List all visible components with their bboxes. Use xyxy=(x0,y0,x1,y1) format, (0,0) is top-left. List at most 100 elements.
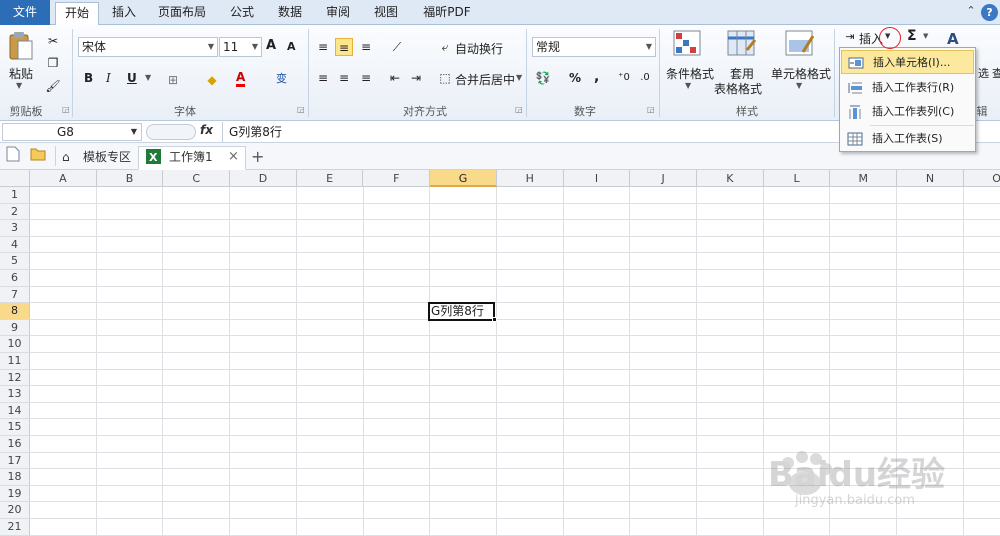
menu-item-insert-sheet[interactable]: 插入工作表(S) xyxy=(841,127,974,151)
align-bottom-icon[interactable]: ≡ xyxy=(357,38,375,56)
row-header-3[interactable]: 3 xyxy=(0,220,30,237)
alignment-launcher-icon[interactable]: ◲ xyxy=(515,105,523,114)
collapse-ribbon-icon[interactable]: ⌃ xyxy=(964,4,978,21)
add-tab-icon[interactable]: + xyxy=(251,146,264,168)
font-name-select[interactable]: 宋体 ▼ xyxy=(78,37,218,57)
merge-center-icon[interactable]: ⬚ xyxy=(436,69,454,87)
menu-item-insert-cells[interactable]: 插入单元格(I)... xyxy=(841,50,974,74)
column-header-j[interactable]: J xyxy=(630,170,697,187)
tab-insert[interactable]: 插入 xyxy=(104,2,144,25)
clipboard-launcher-icon[interactable]: ◲ xyxy=(62,105,70,114)
tab-home[interactable]: 开始 xyxy=(55,2,99,26)
row-header-5[interactable]: 5 xyxy=(0,253,30,270)
template-zone-tab[interactable]: 模板专区 xyxy=(83,146,131,168)
decrease-indent-icon[interactable]: ⇤ xyxy=(386,69,404,87)
column-header-l[interactable]: L xyxy=(764,170,831,187)
row-header-20[interactable]: 20 xyxy=(0,502,30,519)
column-header-h[interactable]: H xyxy=(497,170,564,187)
underline-dropdown-icon[interactable]: ▼ xyxy=(145,73,151,82)
open-folder-icon[interactable] xyxy=(30,146,48,168)
comma-button[interactable]: , xyxy=(594,69,599,85)
new-file-icon[interactable] xyxy=(6,146,22,168)
row-header-18[interactable]: 18 xyxy=(0,469,30,486)
format-painter-icon[interactable]: 🖌 xyxy=(44,77,62,95)
align-left-icon[interactable]: ≡ xyxy=(314,69,332,87)
autosum-dropdown-icon[interactable]: ▼ xyxy=(923,32,928,40)
phonetic-button[interactable]: 变 xyxy=(276,70,287,86)
text-orientation-icon[interactable]: ⟋ xyxy=(388,38,406,56)
cell-styles-icon[interactable] xyxy=(785,30,815,58)
cell-styles-dropdown-icon[interactable]: ▼ xyxy=(796,81,802,90)
merge-dropdown-icon[interactable]: ▼ xyxy=(516,73,522,82)
help-icon[interactable]: ? xyxy=(981,4,998,21)
copy-icon[interactable]: ❐ xyxy=(44,54,62,72)
select-all-corner[interactable] xyxy=(0,170,30,187)
fill-color-icon[interactable]: ◆ xyxy=(203,71,221,89)
row-header-17[interactable]: 17 xyxy=(0,452,30,470)
row-header-2[interactable]: 2 xyxy=(0,203,30,221)
tab-formulas[interactable]: 公式 xyxy=(222,2,262,25)
close-icon[interactable]: × xyxy=(228,146,239,168)
increase-indent-icon[interactable]: ⇥ xyxy=(407,69,425,87)
column-header-k[interactable]: K xyxy=(697,170,764,187)
column-header-b[interactable]: B xyxy=(97,170,164,187)
increase-decimal-icon[interactable]: ⁺0 xyxy=(615,69,633,87)
row-header-12[interactable]: 12 xyxy=(0,369,30,387)
font-size-select[interactable]: 11 ▼ xyxy=(219,37,262,57)
column-header-a[interactable]: A xyxy=(30,170,97,187)
paste-dropdown-icon[interactable]: ▼ xyxy=(16,81,22,90)
row-header-4[interactable]: 4 xyxy=(0,236,30,254)
wrap-text-icon[interactable]: ⤶ xyxy=(436,38,454,56)
underline-button[interactable]: U xyxy=(127,71,137,85)
column-header-n[interactable]: N xyxy=(897,170,964,187)
column-header-i[interactable]: I xyxy=(564,170,631,187)
fill-handle[interactable] xyxy=(492,317,497,322)
row-header-6[interactable]: 6 xyxy=(0,270,30,287)
cell-styles-button[interactable]: 单元格格式 xyxy=(771,65,831,82)
row-header-1[interactable]: 1 xyxy=(0,187,30,204)
tab-page-layout[interactable]: 页面布局 xyxy=(150,2,214,25)
row-header-11[interactable]: 11 xyxy=(0,353,30,370)
conditional-formatting-icon[interactable] xyxy=(673,30,703,58)
row-header-10[interactable]: 10 xyxy=(0,336,30,353)
menu-item-insert-row[interactable]: 插入工作表行(R) xyxy=(841,76,974,100)
shrink-font-button[interactable]: A xyxy=(287,40,296,53)
conditional-formatting-button[interactable]: 条件格式 xyxy=(666,65,714,82)
column-header-g[interactable]: G xyxy=(430,170,497,187)
grow-font-button[interactable]: A xyxy=(266,38,276,53)
number-format-select[interactable]: 常规 ▼ xyxy=(532,37,656,57)
tab-data[interactable]: 数据 xyxy=(270,2,310,25)
format-as-table-button[interactable]: 表格格式 xyxy=(714,80,762,97)
menu-item-insert-column[interactable]: 插入工作表列(C) xyxy=(841,100,974,124)
paste-button[interactable]: 粘贴 xyxy=(9,65,33,82)
find-select-partial[interactable]: 查 xyxy=(992,65,1000,81)
cut-icon[interactable]: ✂ xyxy=(44,32,62,50)
currency-icon[interactable]: 💱 xyxy=(534,69,552,87)
tab-foxit-pdf[interactable]: 福昕PDF xyxy=(416,2,478,25)
file-tab[interactable]: 文件 xyxy=(0,0,50,25)
border-icon[interactable]: ⊞ xyxy=(164,71,182,89)
row-header-13[interactable]: 13 xyxy=(0,386,30,403)
column-header-m[interactable]: M xyxy=(830,170,898,187)
font-color-button[interactable]: A xyxy=(236,70,246,87)
merge-center-button[interactable]: 合并后居中 xyxy=(455,71,515,88)
align-middle-icon[interactable]: ≡ xyxy=(335,38,353,56)
decrease-decimal-icon[interactable]: .0 xyxy=(636,69,654,87)
row-header-16[interactable]: 16 xyxy=(0,436,30,453)
column-header-f[interactable]: F xyxy=(364,170,431,187)
align-right-icon[interactable]: ≡ xyxy=(357,69,375,87)
autosum-button[interactable]: Σ xyxy=(907,28,917,44)
insert-cells-icon[interactable]: ⇥ xyxy=(841,28,859,46)
insert-function-icon[interactable]: fx xyxy=(200,123,213,137)
bold-button[interactable]: B xyxy=(84,71,93,85)
conditional-dropdown-icon[interactable]: ▼ xyxy=(685,81,691,90)
align-top-icon[interactable]: ≡ xyxy=(314,38,332,56)
row-header-8[interactable]: 8 xyxy=(0,303,30,320)
align-center-icon[interactable]: ≡ xyxy=(335,69,353,87)
name-box[interactable]: G8 ▼ xyxy=(2,123,142,141)
format-as-table-icon[interactable] xyxy=(727,30,757,58)
sort-filter-partial[interactable]: 选 xyxy=(978,65,989,81)
tab-view[interactable]: 视图 xyxy=(366,2,406,25)
font-launcher-icon[interactable]: ◲ xyxy=(297,105,305,114)
row-header-7[interactable]: 7 xyxy=(0,286,30,304)
